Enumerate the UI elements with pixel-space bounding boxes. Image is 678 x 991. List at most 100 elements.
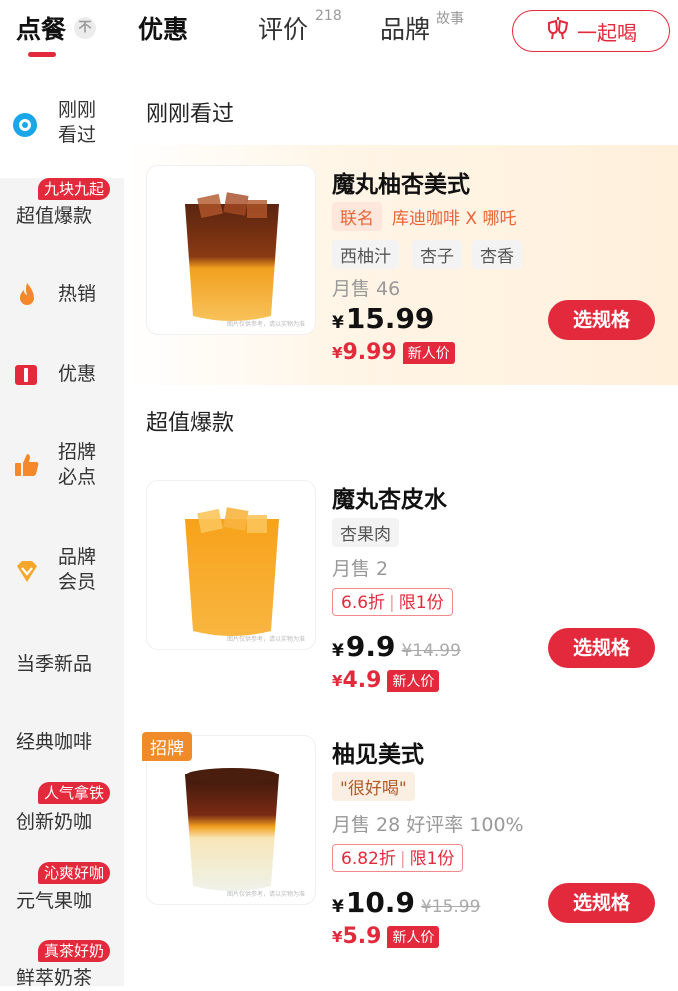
collab-text: 库迪咖啡 X 哪吒 bbox=[392, 209, 517, 229]
product-price: ¥9.9 ¥14.99 bbox=[332, 630, 461, 663]
sidebar-item-label: 热销 bbox=[58, 283, 97, 305]
flavor-chip: 杏子 bbox=[412, 240, 462, 269]
new-price-value: 5.9 bbox=[342, 924, 382, 949]
product-image[interactable]: 图片仅供参考，请以实物为准 bbox=[146, 165, 316, 335]
sidebar-item-label: 超值爆款 bbox=[16, 205, 93, 227]
sidebar-item-milk-tea[interactable]: 真茶好奶 鲜萃奶茶 bbox=[0, 940, 124, 989]
image-disclaimer: 图片仅供参考，请以实物为准 bbox=[226, 891, 305, 898]
new-user-price: ¥9.99 新人价 bbox=[332, 340, 455, 365]
sidebar-item-label: 经典咖啡 bbox=[16, 731, 93, 753]
sidebar-promo-tag: 真茶好奶 bbox=[38, 940, 111, 962]
price-value: 10.9 bbox=[345, 886, 415, 919]
product-name[interactable]: 魔丸杏皮水 bbox=[332, 480, 447, 514]
currency-symbol: ¥ bbox=[332, 897, 344, 917]
category-sidebar: 刚刚 看过 九块九起 超值爆款 热销 优惠 招牌 必点 品牌 会员 当季新品 经… bbox=[0, 70, 124, 989]
tab-deals[interactable]: 优惠 bbox=[138, 10, 188, 46]
label-line-2: 必点 bbox=[58, 466, 97, 488]
label-line-2: 看过 bbox=[58, 124, 97, 146]
signature-badge: 招牌 bbox=[142, 732, 192, 761]
sidebar-item-label: 招牌 必点 bbox=[58, 440, 96, 490]
sidebar-item-fruit-coffee[interactable]: 沁爽好咖 元气果咖 bbox=[0, 862, 124, 932]
product-name[interactable]: 柚见美式 bbox=[332, 735, 424, 769]
currency-symbol: ¥ bbox=[332, 343, 343, 362]
tab-brand-label: 品牌 bbox=[380, 15, 431, 44]
sidebar-item-classic-coffee[interactable]: 经典咖啡 bbox=[0, 730, 124, 780]
sidebar-item-deals[interactable]: 优惠 bbox=[0, 350, 124, 400]
discount-rate: 6.82折 bbox=[341, 849, 396, 869]
new-user-tag: 新人价 bbox=[402, 341, 455, 364]
monthly-sales: 月售 2 bbox=[332, 558, 389, 580]
image-disclaimer: 图片仅供参考，请以实物为准 bbox=[226, 321, 305, 328]
thumbs-up-icon bbox=[14, 452, 40, 483]
purchase-limit: 限1份 bbox=[409, 849, 455, 869]
apricot-drink-cup-icon bbox=[185, 507, 279, 636]
product-price: ¥15.99 bbox=[332, 302, 434, 335]
reviews-count: 218 bbox=[315, 8, 342, 24]
drink-together-button[interactable]: 一起喝 bbox=[512, 10, 670, 52]
sidebar-item-seasonal[interactable]: 当季新品 bbox=[0, 650, 124, 700]
discount-badge: 6.82折 | 限1份 bbox=[332, 844, 464, 872]
sidebar-item-hot[interactable]: 热销 bbox=[0, 270, 124, 320]
image-disclaimer: 图片仅供参考，请以实物为准 bbox=[226, 636, 305, 643]
product-price: ¥10.9 ¥15.99 bbox=[332, 886, 480, 919]
sidebar-item-label: 品牌 会员 bbox=[58, 545, 96, 595]
collab-badge: 联名 bbox=[332, 202, 382, 231]
original-price: ¥15.99 bbox=[420, 897, 481, 917]
new-user-price: ¥4.9 新人价 bbox=[332, 668, 440, 693]
select-spec-button[interactable]: 选规格 bbox=[548, 883, 655, 923]
sidebar-item-label: 创新奶咖 bbox=[16, 811, 93, 833]
price-value: 15.99 bbox=[345, 302, 435, 335]
product-name[interactable]: 魔丸柚杏美式 bbox=[332, 165, 470, 199]
label-line-1: 刚刚 bbox=[58, 99, 97, 121]
select-spec-button[interactable]: 选规格 bbox=[548, 628, 655, 668]
iced-americano-cup-icon bbox=[185, 192, 279, 321]
sidebar-promo-tag: 人气拿铁 bbox=[38, 782, 111, 804]
sidebar-item-label: 当季新品 bbox=[16, 653, 93, 675]
currency-symbol: ¥ bbox=[332, 927, 343, 946]
discount-badge: 6.6折 | 限1份 bbox=[332, 588, 453, 616]
section-title-recent: 刚刚看过 bbox=[146, 102, 235, 127]
sidebar-item-label: 刚刚 看过 bbox=[58, 98, 96, 148]
new-price-value: 4.9 bbox=[342, 668, 382, 693]
coupon-icon bbox=[14, 364, 38, 391]
new-price-value: 9.99 bbox=[342, 340, 397, 365]
sidebar-item-member[interactable]: 品牌 会员 bbox=[0, 540, 124, 610]
sidebar-item-label: 鲜萃奶茶 bbox=[16, 967, 93, 989]
original-price: ¥14.99 bbox=[401, 641, 461, 661]
product-image[interactable]: 图片仅供参考，请以实物为准 bbox=[146, 480, 316, 650]
monthly-sales: 月售 28 好评率 100% bbox=[332, 814, 524, 836]
grapefruit-americano-cup-icon bbox=[185, 768, 279, 891]
sidebar-item-value-hits[interactable]: 九块九起 超值爆款 bbox=[0, 178, 124, 258]
eye-icon bbox=[12, 112, 38, 143]
sidebar-promo-tag: 九块九起 bbox=[38, 178, 111, 200]
sidebar-item-label: 优惠 bbox=[58, 363, 97, 385]
new-user-tag: 新人价 bbox=[387, 925, 440, 948]
tab-brand[interactable]: 品牌 故事 bbox=[380, 10, 464, 46]
currency-symbol: ¥ bbox=[332, 313, 344, 333]
tab-order-badge: 不 bbox=[74, 17, 96, 39]
label-line-1: 品牌 bbox=[58, 546, 97, 568]
sidebar-item-recent[interactable]: 刚刚 看过 bbox=[0, 70, 124, 178]
member-badge-icon bbox=[14, 560, 40, 589]
sidebar-item-milk-coffee[interactable]: 人气拿铁 创新奶咖 bbox=[0, 782, 124, 852]
sidebar-promo-tag: 沁爽好咖 bbox=[38, 862, 111, 884]
currency-symbol: ¥ bbox=[332, 641, 344, 661]
flame-icon bbox=[16, 282, 38, 313]
label-line-1: 招牌 bbox=[58, 441, 97, 463]
select-spec-button[interactable]: 选规格 bbox=[548, 300, 655, 340]
flavor-chip: 杏香 bbox=[472, 240, 522, 269]
tab-reviews[interactable]: 评价 218 bbox=[258, 8, 342, 46]
sidebar-item-signature[interactable]: 招牌 必点 bbox=[0, 430, 124, 500]
section-title-value-hits: 超值爆款 bbox=[146, 411, 235, 436]
new-user-tag: 新人价 bbox=[387, 669, 440, 692]
drink-together-label: 一起喝 bbox=[577, 20, 637, 45]
tab-order[interactable]: 点餐 不 bbox=[16, 10, 96, 57]
price-value: 9.9 bbox=[345, 630, 396, 663]
flavor-chip: 西柚汁 bbox=[332, 240, 399, 269]
flavor-chip: 杏果肉 bbox=[332, 518, 399, 547]
discount-rate: 6.6折 bbox=[341, 593, 386, 613]
tab-deals-label: 优惠 bbox=[138, 15, 189, 44]
tab-order-label: 点餐 bbox=[16, 15, 67, 44]
currency-symbol: ¥ bbox=[332, 671, 343, 690]
purchase-limit: 限1份 bbox=[398, 593, 444, 613]
